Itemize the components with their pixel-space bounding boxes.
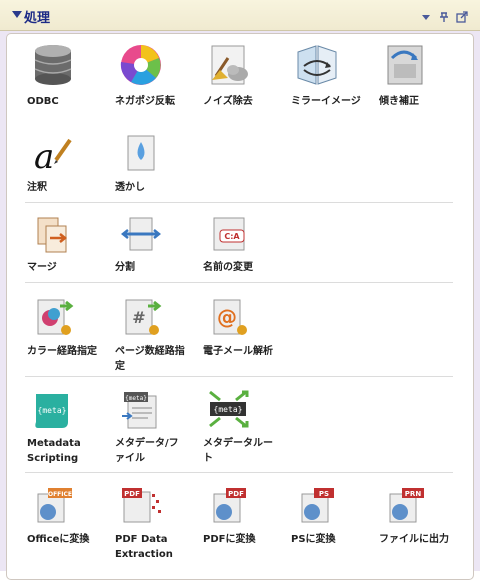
svg-text:C:A: C:A xyxy=(224,232,240,241)
svg-text:{meta}: {meta} xyxy=(125,395,147,402)
pin-icon[interactable] xyxy=(438,8,450,22)
processing-panel: 処理 ODBC ネガポジ反転 ノイズ除去 ミラーイメージ 傾き補正 a 注釈 透… xyxy=(0,0,480,580)
tool-split[interactable]: 分割 xyxy=(97,214,185,275)
tool-noise-removal[interactable]: ノイズ除去 xyxy=(185,42,273,109)
email-parse-icon: @ xyxy=(213,299,247,335)
tool-pdf-convert[interactable]: PDF PDFに変換 xyxy=(185,484,273,547)
collapse-triangle-icon[interactable] xyxy=(12,11,22,18)
tool-mirror-image[interactable]: ミラーイメージ xyxy=(273,42,361,109)
dropdown-icon[interactable] xyxy=(420,8,432,20)
ps-convert-icon: PS xyxy=(301,488,334,523)
color-routing-icon xyxy=(37,299,74,335)
svg-text:PRN: PRN xyxy=(405,490,422,498)
split-icon xyxy=(120,217,162,251)
tool-label: PDFに変換 xyxy=(203,534,256,545)
tool-metadata-scripting[interactable]: {meta} Metadata Scripting xyxy=(9,388,97,466)
tool-watermark[interactable]: 透かし xyxy=(97,132,185,195)
tool-deskew[interactable]: 傾き補正 xyxy=(361,42,449,109)
tool-label: 電子メール解析 xyxy=(203,346,273,357)
tool-label: マージ xyxy=(27,262,57,273)
popout-icon[interactable] xyxy=(456,8,468,23)
tool-label: ODBC xyxy=(27,96,59,107)
svg-text:{meta}: {meta} xyxy=(38,406,67,415)
tool-label: ノイズ除去 xyxy=(203,96,253,107)
tool-merge[interactable]: マージ xyxy=(9,214,97,275)
tool-metadata-route[interactable]: {meta} メタデータルート xyxy=(185,388,273,466)
tool-label: PDF Data Extraction xyxy=(115,534,173,560)
annotation-icon: a xyxy=(34,137,72,174)
tool-pdf-extract[interactable]: PDF PDF Data Extraction xyxy=(97,484,185,562)
metadata-scripting-icon: {meta} xyxy=(35,394,68,428)
tool-label: ページ数経路指定 xyxy=(115,346,185,372)
tool-annotation[interactable]: a 注釈 xyxy=(9,132,97,195)
tool-label: 透かし xyxy=(115,182,145,193)
deskew-icon xyxy=(387,45,423,85)
group-divider xyxy=(25,202,453,203)
page-count-routing-icon: # xyxy=(125,299,162,335)
mirror-icon xyxy=(297,45,337,85)
tool-label: PSに変換 xyxy=(291,534,336,545)
tool-label: メタデータ/ファイル xyxy=(115,438,179,464)
tool-page-count-routing[interactable]: # ページ数経路指定 xyxy=(97,296,185,374)
group-divider xyxy=(25,376,453,377)
database-icon xyxy=(34,45,72,85)
tool-label: 傾き補正 xyxy=(379,96,419,107)
pdf-extract-icon: PDF xyxy=(122,488,161,523)
svg-text:PDF: PDF xyxy=(228,490,244,498)
svg-text:{meta}: {meta} xyxy=(214,405,243,414)
svg-text:PS: PS xyxy=(319,490,329,498)
tool-email-parse[interactable]: @ 電子メール解析 xyxy=(185,296,273,359)
svg-text:PDF: PDF xyxy=(124,490,140,498)
tool-grid: ODBC ネガポジ反転 ノイズ除去 ミラーイメージ 傾き補正 a 注釈 透かし … xyxy=(6,33,474,580)
tool-label: 注釈 xyxy=(27,182,47,193)
tool-metadata-file[interactable]: {meta} メタデータ/ファイル xyxy=(97,388,185,466)
panel-controls xyxy=(420,8,468,23)
tool-office-convert[interactable]: OFFICE Officeに変換 xyxy=(9,484,97,547)
tool-color-routing[interactable]: カラー経路指定 xyxy=(9,296,97,359)
tool-rename[interactable]: C:A 名前の変更 xyxy=(185,214,273,275)
svg-text:OFFICE: OFFICE xyxy=(48,491,72,498)
watermark-drop-icon xyxy=(127,135,155,171)
office-convert-icon: OFFICE xyxy=(37,488,72,523)
tool-label: Metadata Scripting xyxy=(27,438,81,464)
color-wheel-icon xyxy=(120,45,161,85)
tool-label: 分割 xyxy=(115,262,135,273)
tool-ps-convert[interactable]: PS PSに変換 xyxy=(273,484,361,547)
rename-icon: C:A xyxy=(213,217,245,251)
pdf-convert-icon: PDF xyxy=(213,488,246,523)
tool-label: ミラーイメージ xyxy=(291,96,361,107)
tool-label: ファイルに出力 xyxy=(379,534,449,545)
tool-prn-output[interactable]: PRN ファイルに出力 xyxy=(361,484,449,547)
svg-text:#: # xyxy=(132,308,145,327)
metadata-route-icon: {meta} xyxy=(209,390,249,428)
broom-cleanup-icon xyxy=(211,45,248,85)
panel-title: 処理 xyxy=(24,11,51,26)
merge-icon xyxy=(37,217,68,253)
panel-header[interactable]: 処理 xyxy=(0,0,480,31)
tool-label: カラー経路指定 xyxy=(27,346,97,357)
tool-label: ネガポジ反転 xyxy=(115,96,175,107)
tool-negative-positive[interactable]: ネガポジ反転 xyxy=(97,42,185,109)
tool-label: Officeに変換 xyxy=(27,534,90,545)
tool-label: メタデータルート xyxy=(203,438,273,464)
tool-label: 名前の変更 xyxy=(203,262,253,273)
group-divider xyxy=(25,472,453,473)
prn-output-icon: PRN xyxy=(389,488,424,523)
tool-odbc[interactable]: ODBC xyxy=(9,42,97,109)
group-divider xyxy=(25,282,453,283)
svg-text:@: @ xyxy=(217,305,237,329)
svg-text:a: a xyxy=(34,137,54,174)
metadata-file-icon: {meta} xyxy=(122,392,157,429)
